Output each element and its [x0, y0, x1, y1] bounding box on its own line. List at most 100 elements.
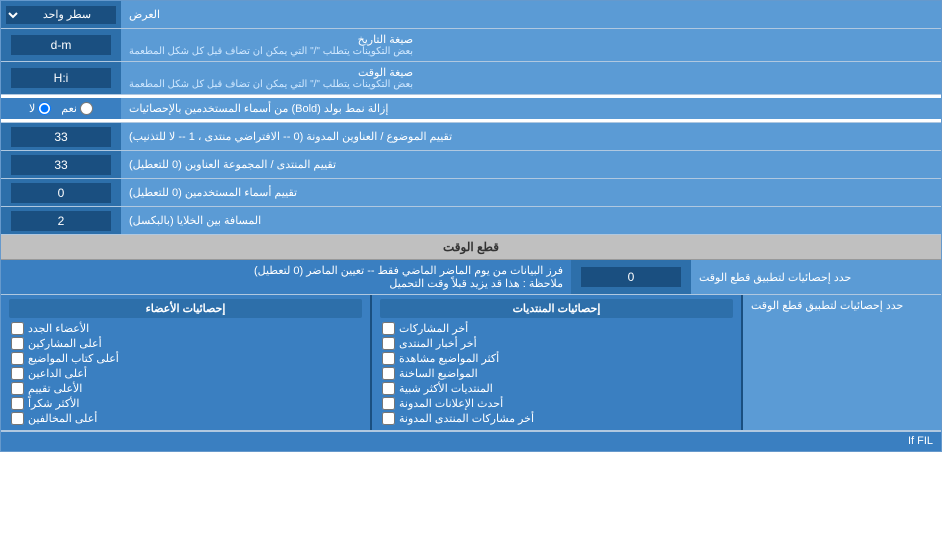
cutoff-checkboxes-header-text: حدد إحصائيات لتطبيق قطع الوقت — [699, 271, 851, 284]
header-dropdown-area: سطر واحد سطرين ثلاثة أسطر — [1, 1, 121, 28]
bold-no-label[interactable]: لا — [29, 102, 51, 115]
cutoff-row: حدد إحصائيات لتطبيق قطع الوقت فرز البيان… — [1, 260, 941, 295]
cell-distance-label: المسافة بين الخلايا (بالبكسل) — [121, 207, 941, 234]
users-sort-label: تقييم أسماء المستخدمين (0 للتعطيل) — [121, 179, 941, 206]
cutoff-input[interactable] — [581, 267, 681, 287]
checkbox-1-1[interactable] — [11, 337, 24, 350]
date-format-label-text: صيغة التاريخ — [129, 33, 413, 46]
checkbox-col-forums-header-text: إحصائيات المنتديات — [513, 303, 601, 315]
bottom-text-bar: If FIL — [1, 431, 941, 451]
cell-distance-row: المسافة بين الخلايا (بالبكسل) — [1, 207, 941, 235]
checkbox-item-1-6: أعلى المخالفين — [9, 411, 362, 426]
bold-style-row: إزالة نمط بولد (Bold) من أسماء المستخدمي… — [1, 95, 941, 123]
bottom-text: If FIL — [908, 435, 933, 447]
checkboxes-container: حدد إحصائيات لتطبيق قطع الوقت إحصائيات ا… — [1, 295, 941, 431]
bold-no-text: لا — [29, 102, 35, 115]
checkbox-item-1-3: أعلى الداعين — [9, 366, 362, 381]
checkbox-item-0-1: أخر أخبار المنتدى — [380, 336, 733, 351]
cutoff-input-area — [571, 260, 691, 294]
checkbox-item-0-2-label: أكثر المواضيع مشاهدة — [399, 352, 499, 365]
checkbox-item-1-1-label: أعلى المشاركين — [28, 337, 102, 350]
checkbox-0-0[interactable] — [382, 322, 395, 335]
cutoff-desc: فرز البيانات من يوم الماضر الماضي فقط --… — [1, 260, 571, 294]
checkbox-1-2[interactable] — [11, 352, 24, 365]
topic-sort-input[interactable] — [11, 127, 111, 147]
checkbox-item-1-2-label: أعلى كتاب المواضيع — [28, 352, 119, 365]
checkbox-1-3[interactable] — [11, 367, 24, 380]
checkbox-0-5[interactable] — [382, 397, 395, 410]
main-container: العرض سطر واحد سطرين ثلاثة أسطر صيغة الت… — [0, 0, 942, 452]
checkbox-item-0-5-label: أحدث الإعلانات المدونة — [399, 397, 503, 410]
date-format-input-area — [1, 29, 121, 61]
cell-distance-input[interactable] — [11, 211, 111, 231]
checkbox-item-1-0-label: الأعضاء الجدد — [28, 322, 89, 335]
checkbox-col-forums: إحصائيات المنتديات أخر المشاركات أخر أخب… — [372, 295, 741, 430]
cell-distance-input-area — [1, 207, 121, 234]
checkbox-item-0-0: أخر المشاركات — [380, 321, 733, 336]
date-format-input[interactable] — [11, 35, 111, 55]
display-dropdown[interactable]: سطر واحد سطرين ثلاثة أسطر — [6, 6, 116, 24]
forum-sort-row: تقييم المنتدى / المجموعة العناوين (0 للت… — [1, 151, 941, 179]
time-format-sublabel: بعض التكوينات يتطلب ‎"‎/‎"‎ التي يمكن ان… — [129, 79, 413, 90]
forum-sort-label-text: تقييم المنتدى / المجموعة العناوين (0 للت… — [129, 158, 336, 171]
topic-sort-label-text: تقييم الموضوع / العناوين المدونة (0 -- ا… — [129, 130, 452, 143]
cell-distance-label-text: المسافة بين الخلايا (بالبكسل) — [129, 214, 261, 227]
checkbox-item-1-4-label: الأعلى تقييم — [28, 382, 82, 395]
users-sort-label-text: تقييم أسماء المستخدمين (0 للتعطيل) — [129, 186, 297, 199]
time-format-input[interactable] — [11, 68, 111, 88]
checkbox-item-0-4: المنتديات الأكثر شبية — [380, 381, 733, 396]
checkbox-col-members-header: إحصائيات الأعضاء — [9, 299, 362, 318]
cutoff-left-label: حدد إحصائيات لتطبيق قطع الوقت — [691, 260, 941, 294]
cutoff-section-divider: قطع الوقت — [1, 235, 941, 260]
forum-sort-input[interactable] — [11, 155, 111, 175]
header-label-text: العرض — [129, 8, 160, 21]
time-format-label-text: صيغة الوقت — [129, 66, 413, 79]
checkbox-col-forums-header: إحصائيات المنتديات — [380, 299, 733, 318]
time-format-label: صيغة الوقت بعض التكوينات يتطلب ‎"‎/‎"‎ ا… — [121, 62, 941, 94]
checkbox-item-0-5: أحدث الإعلانات المدونة — [380, 396, 733, 411]
bold-yes-radio[interactable] — [80, 102, 93, 115]
checkbox-item-0-4-label: المنتديات الأكثر شبية — [399, 382, 493, 395]
checkbox-1-0[interactable] — [11, 322, 24, 335]
time-format-row: صيغة الوقت بعض التكوينات يتطلب ‎"‎/‎"‎ ا… — [1, 62, 941, 95]
checkbox-item-1-5-label: الأكثر شكراً — [28, 397, 79, 410]
checkbox-col-members-header-text: إحصائيات الأعضاء — [146, 303, 226, 315]
checkbox-0-6[interactable] — [382, 412, 395, 425]
bold-yes-label[interactable]: نعم — [61, 102, 93, 115]
topic-sort-input-area — [1, 123, 121, 150]
checkbox-1-5[interactable] — [11, 397, 24, 410]
checkbox-0-2[interactable] — [382, 352, 395, 365]
bold-yes-text: نعم — [61, 102, 77, 115]
users-sort-input[interactable] — [11, 183, 111, 203]
checkbox-item-0-6-label: أخر مشاركات المنتدى المدونة — [399, 412, 534, 425]
checkbox-item-1-4: الأعلى تقييم — [9, 381, 362, 396]
date-format-row: صيغة التاريخ بعض التكوينات يتطلب ‎"‎/‎"‎… — [1, 29, 941, 62]
checkbox-item-0-0-label: أخر المشاركات — [399, 322, 468, 335]
bold-style-label: إزالة نمط بولد (Bold) من أسماء المستخدمي… — [121, 98, 941, 119]
checkbox-0-3[interactable] — [382, 367, 395, 380]
topic-sort-row: تقييم الموضوع / العناوين المدونة (0 -- ا… — [1, 123, 941, 151]
cutoff-title: قطع الوقت — [443, 240, 499, 254]
time-format-input-area — [1, 62, 121, 94]
checkboxes-side-label-text: حدد إحصائيات لتطبيق قطع الوقت — [751, 299, 903, 312]
header-label: العرض — [121, 1, 941, 28]
bold-style-label-text: إزالة نمط بولد (Bold) من أسماء المستخدمي… — [129, 102, 388, 115]
forum-sort-input-area — [1, 151, 121, 178]
checkbox-0-4[interactable] — [382, 382, 395, 395]
topic-sort-label: تقييم الموضوع / العناوين المدونة (0 -- ا… — [121, 123, 941, 150]
forum-sort-label: تقييم المنتدى / المجموعة العناوين (0 للت… — [121, 151, 941, 178]
checkbox-0-1[interactable] — [382, 337, 395, 350]
checkbox-item-0-3: المواضيع الساخنة — [380, 366, 733, 381]
cutoff-desc-label: فرز البيانات من يوم الماضر الماضي فقط --… — [254, 264, 563, 277]
checkbox-1-6[interactable] — [11, 412, 24, 425]
checkbox-item-0-1-label: أخر أخبار المنتدى — [399, 337, 477, 350]
header-row: العرض سطر واحد سطرين ثلاثة أسطر — [1, 1, 941, 29]
checkbox-item-1-3-label: أعلى الداعين — [28, 367, 87, 380]
bold-style-radio-area: نعم لا — [1, 98, 121, 119]
users-sort-input-area — [1, 179, 121, 206]
checkbox-item-0-3-label: المواضيع الساخنة — [399, 367, 478, 380]
checkbox-item-0-6: أخر مشاركات المنتدى المدونة — [380, 411, 733, 426]
date-format-label: صيغة التاريخ بعض التكوينات يتطلب ‎"‎/‎"‎… — [121, 29, 941, 61]
checkbox-1-4[interactable] — [11, 382, 24, 395]
bold-no-radio[interactable] — [38, 102, 51, 115]
